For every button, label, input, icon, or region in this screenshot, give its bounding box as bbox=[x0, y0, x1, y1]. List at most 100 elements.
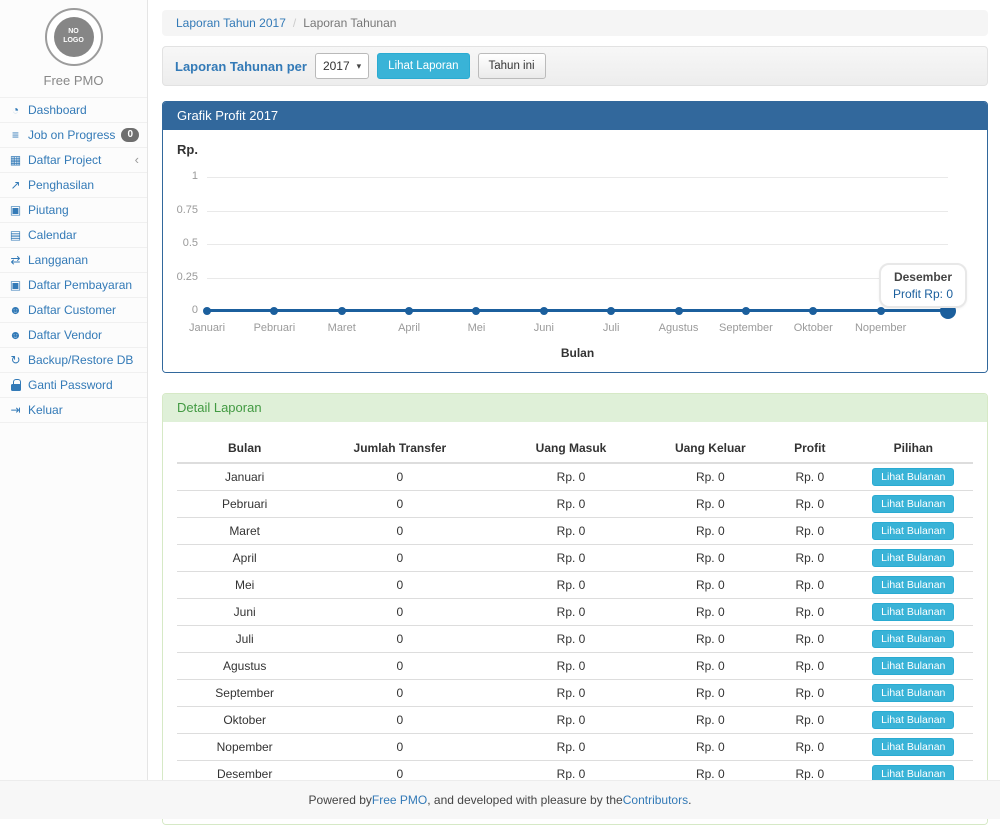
lock-icon bbox=[8, 379, 23, 391]
lihat-bulanan-button[interactable]: Lihat Bulanan bbox=[872, 468, 954, 486]
cell-pilihan: Lihat Bulanan bbox=[854, 653, 973, 680]
cell-profit: Rp. 0 bbox=[766, 463, 854, 491]
sidebar-item-label: Daftar Customer bbox=[28, 303, 116, 317]
sidebar-item-daftar-pembayaran[interactable]: ▣Daftar Pembayaran bbox=[0, 273, 147, 298]
sidebar-item-dashboard[interactable]: ◔Dashboard bbox=[0, 98, 147, 123]
column-header-bulan: Bulan bbox=[177, 434, 312, 463]
cell-uang-masuk: Rp. 0 bbox=[487, 626, 654, 653]
sidebar-item-label: Penghasilan bbox=[28, 178, 94, 192]
cell-pilihan: Lihat Bulanan bbox=[854, 599, 973, 626]
gridline bbox=[207, 177, 948, 178]
report-filter-bar: Laporan Tahunan per 2017 ▾ Lihat Laporan… bbox=[162, 46, 988, 86]
column-header-jumlah-transfer: Jumlah Transfer bbox=[312, 434, 487, 463]
lihat-bulanan-button[interactable]: Lihat Bulanan bbox=[872, 657, 954, 675]
table-row: Agustus0Rp. 0Rp. 0Rp. 0Lihat Bulanan bbox=[177, 653, 973, 680]
table-row: Mei0Rp. 0Rp. 0Rp. 0Lihat Bulanan bbox=[177, 572, 973, 599]
refresh-icon: ↻ bbox=[8, 353, 23, 367]
x-tick-label: Juni bbox=[534, 322, 554, 334]
sidebar-item-piutang[interactable]: ▣Piutang bbox=[0, 198, 147, 223]
cell-uang-masuk: Rp. 0 bbox=[487, 653, 654, 680]
sidebar-item-backup-restore-db[interactable]: ↻ Backup/Restore DB bbox=[0, 348, 147, 373]
table-row: Juni0Rp. 0Rp. 0Rp. 0Lihat Bulanan bbox=[177, 599, 973, 626]
lihat-bulanan-button[interactable]: Lihat Bulanan bbox=[872, 684, 954, 702]
breadcrumb-link[interactable]: Laporan Tahun 2017 bbox=[176, 16, 286, 30]
table-row: September0Rp. 0Rp. 0Rp. 0Lihat Bulanan bbox=[177, 680, 973, 707]
detail-report-table: BulanJumlah TransferUang MasukUang Kelua… bbox=[177, 434, 973, 812]
sidebar: NO LOGO Free PMO ◔Dashboard≡Job on Progr… bbox=[0, 0, 148, 780]
sidebar-item-job-on-progress[interactable]: ≡Job on Progress0 bbox=[0, 123, 147, 148]
x-tick-label: September bbox=[719, 322, 773, 334]
data-point-maret[interactable] bbox=[338, 307, 346, 315]
cell-uang-keluar: Rp. 0 bbox=[655, 463, 766, 491]
chevron-down-icon: ▾ bbox=[357, 61, 362, 72]
no-logo-badge: NO LOGO bbox=[54, 17, 94, 57]
sidebar-item-daftar-customer[interactable]: ☻Daftar Customer bbox=[0, 298, 147, 323]
lihat-bulanan-button[interactable]: Lihat Bulanan bbox=[872, 495, 954, 513]
lihat-bulanan-button[interactable]: Lihat Bulanan bbox=[872, 711, 954, 729]
data-point-mei[interactable] bbox=[472, 307, 480, 315]
sidebar-item-calendar[interactable]: ▤Calendar bbox=[0, 223, 147, 248]
data-point-september[interactable] bbox=[742, 307, 750, 315]
lihat-bulanan-button[interactable]: Lihat Bulanan bbox=[872, 603, 954, 621]
data-point-januari[interactable] bbox=[203, 307, 211, 315]
cell-pilihan: Lihat Bulanan bbox=[854, 491, 973, 518]
year-select[interactable]: 2017 ▾ bbox=[315, 53, 369, 79]
users-icon: ☻ bbox=[8, 328, 23, 342]
column-header-profit: Profit bbox=[766, 434, 854, 463]
tahun-ini-button[interactable]: Tahun ini bbox=[478, 53, 546, 79]
cell-profit: Rp. 0 bbox=[766, 518, 854, 545]
sidebar-item-daftar-project[interactable]: ▦Daftar Project‹ bbox=[0, 148, 147, 173]
cell-bulan: April bbox=[177, 545, 312, 572]
cell-bulan: Agustus bbox=[177, 653, 312, 680]
sidebar-item-label: Langganan bbox=[28, 253, 88, 267]
sidebar-item-label: Backup/Restore DB bbox=[28, 353, 133, 367]
breadcrumb-current: Laporan Tahunan bbox=[303, 16, 396, 30]
brand-name: Free PMO bbox=[0, 73, 147, 88]
data-point-oktober[interactable] bbox=[809, 307, 817, 315]
cell-pilihan: Lihat Bulanan bbox=[854, 463, 973, 491]
y-tick-label: 0.75 bbox=[177, 204, 198, 216]
table-row: Januari0Rp. 0Rp. 0Rp. 0Lihat Bulanan bbox=[177, 463, 973, 491]
dashboard-icon: ◔ bbox=[8, 103, 23, 117]
lihat-bulanan-button[interactable]: Lihat Bulanan bbox=[872, 549, 954, 567]
data-point-agustus[interactable] bbox=[675, 307, 683, 315]
sidebar-item-daftar-vendor[interactable]: ☻Daftar Vendor bbox=[0, 323, 147, 348]
data-point-juni[interactable] bbox=[540, 307, 548, 315]
cell-jumlah-transfer: 0 bbox=[312, 572, 487, 599]
cell-profit: Rp. 0 bbox=[766, 599, 854, 626]
lihat-bulanan-button[interactable]: Lihat Bulanan bbox=[872, 522, 954, 540]
chart-panel-body: Rp. 10.750.50.250 JanuariPebruariMaretAp… bbox=[163, 130, 987, 372]
sidebar-item-penghasilan[interactable]: ↗Penghasilan bbox=[0, 173, 147, 198]
sidebar-item-ganti-password[interactable]: Ganti Password bbox=[0, 373, 147, 398]
cell-profit: Rp. 0 bbox=[766, 653, 854, 680]
footer-link-contributors[interactable]: Contributors bbox=[623, 793, 688, 807]
footer-link-free-pmo[interactable]: Free PMO bbox=[372, 793, 427, 807]
table-row: April0Rp. 0Rp. 0Rp. 0Lihat Bulanan bbox=[177, 545, 973, 572]
cell-uang-keluar: Rp. 0 bbox=[655, 626, 766, 653]
table-icon: ▦ bbox=[8, 153, 23, 167]
cell-jumlah-transfer: 0 bbox=[312, 707, 487, 734]
cell-bulan: Pebruari bbox=[177, 491, 312, 518]
chart-y-axis-unit: Rp. bbox=[177, 142, 973, 157]
cell-bulan: Oktober bbox=[177, 707, 312, 734]
data-point-nopember[interactable] bbox=[877, 307, 885, 315]
footer-text-prefix: Powered by bbox=[309, 793, 372, 807]
tooltip-value: Profit Rp: 0 bbox=[893, 287, 953, 301]
data-point-juli[interactable] bbox=[607, 307, 615, 315]
lihat-bulanan-button[interactable]: Lihat Bulanan bbox=[872, 576, 954, 594]
lihat-bulanan-button[interactable]: Lihat Bulanan bbox=[872, 630, 954, 648]
data-point-pebruari[interactable] bbox=[270, 307, 278, 315]
lihat-bulanan-button[interactable]: Lihat Bulanan bbox=[872, 738, 954, 756]
retweet-icon: ⇄ bbox=[8, 253, 23, 267]
cell-jumlah-transfer: 0 bbox=[312, 463, 487, 491]
sidebar-item-langganan[interactable]: ⇄ Langganan bbox=[0, 248, 147, 273]
money-icon: ▣ bbox=[8, 278, 23, 292]
lihat-laporan-button[interactable]: Lihat Laporan bbox=[377, 53, 469, 79]
cell-profit: Rp. 0 bbox=[766, 545, 854, 572]
x-tick-label: Juli bbox=[603, 322, 620, 334]
money-icon: ▣ bbox=[8, 203, 23, 217]
cell-pilihan: Lihat Bulanan bbox=[854, 545, 973, 572]
sidebar-item-label: Job on Progress bbox=[28, 128, 115, 142]
sidebar-item-keluar[interactable]: ⇥Keluar bbox=[0, 398, 147, 423]
data-point-april[interactable] bbox=[405, 307, 413, 315]
